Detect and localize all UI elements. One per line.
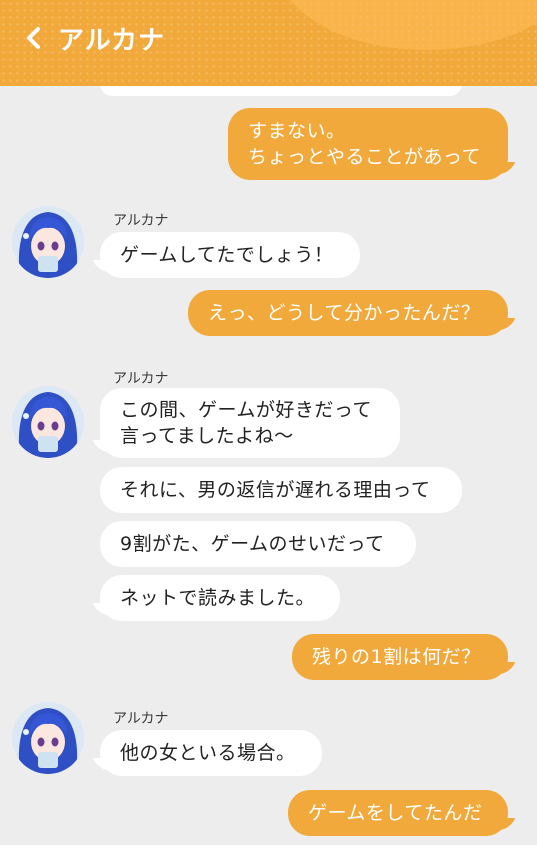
incoming-message: この間、ゲームが好きだって 言ってましたよね～ bbox=[100, 388, 400, 458]
sender-name: アルカナ bbox=[113, 371, 169, 387]
avatar[interactable] bbox=[12, 386, 84, 458]
avatar[interactable] bbox=[12, 702, 84, 774]
message-text: 9割がた、ゲームのせいだって bbox=[120, 533, 385, 555]
chat-header: アルカナ bbox=[0, 0, 537, 86]
message-text: えっ、どうして分かったんだ？ bbox=[208, 302, 481, 324]
sender-name: アルカナ bbox=[113, 213, 169, 229]
avatar[interactable] bbox=[12, 206, 84, 278]
back-button[interactable] bbox=[20, 20, 52, 56]
incoming-message: 他の女といる場合。 bbox=[100, 730, 322, 776]
message-text: ネットで読みました。 bbox=[120, 587, 316, 609]
message-text: ゲームしてたでしょう！ bbox=[120, 244, 334, 266]
message-text: 残りの1割は何だ？ bbox=[312, 646, 481, 668]
outgoing-message: すまない。 ちょっとやることがあって bbox=[228, 108, 508, 180]
message-text: ゲームをしてたんだ bbox=[308, 802, 483, 824]
message-line: ちょっとやることがあって bbox=[248, 146, 482, 168]
character-avatar-icon bbox=[12, 206, 84, 278]
incoming-message: それに、男の返信が遅れる理由って bbox=[100, 467, 462, 513]
outgoing-message: えっ、どうして分かったんだ？ bbox=[188, 290, 508, 336]
incoming-message: ネットで読みました。 bbox=[100, 575, 340, 621]
chevron-left-icon bbox=[27, 27, 40, 49]
message-line: 言ってましたよね～ bbox=[120, 425, 294, 447]
outgoing-message: ゲームをしてたんだ bbox=[288, 790, 508, 836]
message-line: この間、ゲームが好きだって bbox=[120, 399, 372, 421]
chat-title: アルカナ bbox=[58, 26, 165, 56]
outgoing-message: 残りの1割は何だ？ bbox=[292, 634, 508, 680]
incoming-message: 9割がた、ゲームのせいだって bbox=[100, 521, 416, 567]
character-avatar-icon bbox=[12, 702, 84, 774]
header-decoration bbox=[277, 0, 537, 50]
message-text: 他の女といる場合。 bbox=[120, 742, 296, 764]
character-avatar-icon bbox=[12, 386, 84, 458]
message-line: すまない。 bbox=[248, 120, 346, 142]
incoming-message: ゲームしてたでしょう！ bbox=[100, 232, 360, 278]
message-text: それに、男の返信が遅れる理由って bbox=[120, 479, 431, 501]
sender-name: アルカナ bbox=[113, 711, 169, 727]
